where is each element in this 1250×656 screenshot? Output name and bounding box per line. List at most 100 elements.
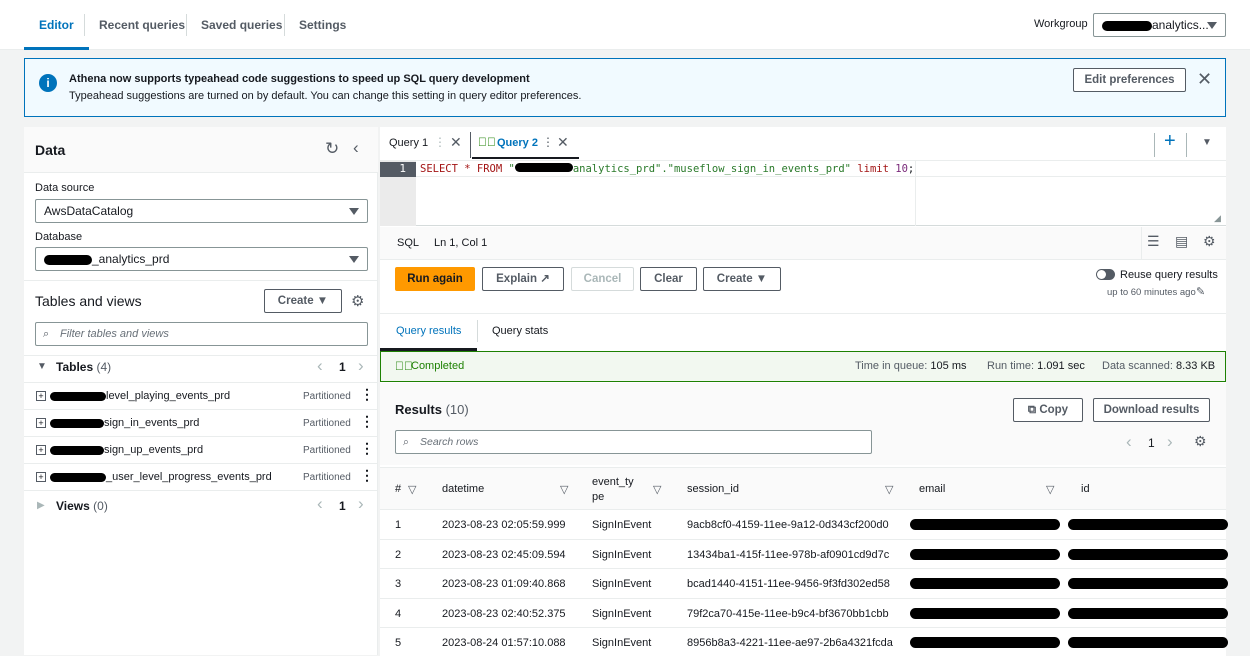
page-number[interactable]: 1 <box>339 499 346 513</box>
caret-collapsed-icon[interactable]: ▶ <box>37 500 45 511</box>
table-cell: 13434ba1-415f-11ee-978b-af0901cd9d7c <box>687 548 890 561</box>
column-header[interactable]: session_id <box>687 483 739 495</box>
cursor-position: Ln 1, Col 1 <box>434 237 488 249</box>
search-icon: ⌕ <box>403 436 409 448</box>
next-page-icon[interactable]: › <box>1167 432 1173 452</box>
create-button[interactable]: Create ▼ <box>264 289 342 313</box>
views-section[interactable]: ▶ Views (0) ‹ 1 › <box>24 490 378 520</box>
table-cell: 4 <box>395 607 402 620</box>
tab-menu-icon[interactable]: ⋮ <box>434 135 446 149</box>
table-cell: 2023-08-23 02:40:52.375 <box>442 607 566 620</box>
tabs-dropdown-icon[interactable]: ▼ <box>1202 137 1212 148</box>
column-header[interactable]: id <box>1081 483 1090 495</box>
tab-query-results[interactable]: Query results <box>396 325 461 337</box>
close-tab-icon[interactable]: ✕ <box>450 134 462 151</box>
column-header[interactable]: datetime <box>442 483 484 495</box>
tab-settings[interactable]: Settings <box>299 0 346 50</box>
prev-page-icon[interactable]: ‹ <box>317 356 323 376</box>
more-options-icon[interactable]: ⋮ <box>360 386 374 403</box>
data-source-select[interactable]: AwsDataCatalog <box>35 199 368 223</box>
workgroup-select[interactable]: analytics... <box>1093 13 1226 37</box>
redacted-value <box>1068 578 1228 589</box>
tables-section[interactable]: Tables (4) <box>56 360 111 374</box>
editor-settings-icon[interactable]: ⚙ <box>1203 233 1216 250</box>
edit-preferences-button[interactable]: Edit preferences <box>1073 68 1186 92</box>
column-header[interactable]: email <box>919 483 945 495</box>
table-row[interactable]: + _user_level_progress_events_prd Partitio… <box>24 463 378 490</box>
language-label: SQL <box>397 237 420 249</box>
more-options-icon[interactable]: ⋮ <box>360 413 374 430</box>
sort-icon[interactable]: ▽ <box>560 483 568 496</box>
filter-tables-input[interactable]: ⌕ Filter tables and views <box>35 322 368 346</box>
more-options-icon[interactable]: ⋮ <box>360 467 374 484</box>
more-options-icon[interactable]: ⋮ <box>360 440 374 457</box>
results-page[interactable]: 1 <box>1148 436 1155 450</box>
table-row[interactable]: + level_playing_events_prd Partitioned ⋮ <box>24 382 378 409</box>
shortcuts-icon[interactable]: ▤ <box>1175 233 1188 250</box>
reuse-results-toggle[interactable] <box>1096 269 1115 280</box>
create-query-button[interactable]: Create ▼ <box>703 267 781 291</box>
refresh-icon[interactable]: ↻ <box>325 139 339 159</box>
column-header[interactable]: # <box>395 483 401 495</box>
sql-editor[interactable]: 1 SELECT * FROM " analytics_prd"."museflo… <box>380 160 1226 226</box>
next-page-icon[interactable]: › <box>358 356 364 376</box>
table-row[interactable]: + sign_in_events_prd Partitioned ⋮ <box>24 409 378 436</box>
table-row[interactable]: 2 2023-08-23 02:45:09.594 SignInEvent 13434… <box>380 538 1228 568</box>
table-row[interactable]: 5 2023-08-24 01:57:10.088 SignInEvent 8956b… <box>380 627 1228 656</box>
success-icon: ✓⃝ <box>478 135 496 149</box>
expand-icon[interactable]: + <box>36 391 46 401</box>
tab-menu-icon[interactable]: ⋮ <box>542 135 554 149</box>
tab-query-stats[interactable]: Query stats <box>492 325 548 337</box>
workgroup-label: Workgroup <box>1034 18 1088 30</box>
next-page-icon[interactable]: › <box>358 494 364 514</box>
clear-button[interactable]: Clear <box>640 267 697 291</box>
caret-expanded-icon[interactable]: ▼ <box>37 361 47 372</box>
redacted-value <box>1068 519 1228 530</box>
add-query-icon[interactable]: + <box>1164 130 1176 153</box>
reuse-results-sub: up to 60 minutes ago <box>1107 287 1196 298</box>
tab-editor[interactable]: Editor <box>24 0 89 50</box>
table-cell: SignInEvent <box>592 519 652 531</box>
run-again-button[interactable]: Run again <box>395 267 475 291</box>
database-select[interactable]: _analytics_prd <box>35 247 368 271</box>
table-row[interactable]: 1 2023-08-23 02:05:59.999 SignInEvent 9acb8… <box>380 509 1228 538</box>
expand-icon[interactable]: + <box>36 445 46 455</box>
sort-icon[interactable]: ▽ <box>885 483 893 496</box>
tab-recent-queries[interactable]: Recent queries <box>99 0 185 50</box>
tab-saved-queries[interactable]: Saved queries <box>201 0 282 50</box>
settings-gear-icon[interactable]: ⚙ <box>351 292 364 310</box>
search-rows-input[interactable]: ⌕ Search rows <box>395 430 872 454</box>
tab-query-1[interactable]: Query 1 <box>389 137 428 149</box>
reuse-results-label: Reuse query results <box>1120 269 1218 281</box>
cancel-button[interactable]: Cancel <box>571 267 634 291</box>
expand-icon[interactable]: + <box>36 472 46 482</box>
download-results-button[interactable]: Download results <box>1093 398 1210 422</box>
table-cell: 5 <box>395 637 402 649</box>
resize-handle-icon[interactable]: ◢ <box>1214 213 1221 224</box>
format-query-icon[interactable]: ☰ <box>1147 233 1160 250</box>
page-number[interactable]: 1 <box>339 360 346 374</box>
prev-page-icon[interactable]: ‹ <box>317 494 323 514</box>
close-icon[interactable]: ✕ <box>1197 69 1212 90</box>
collapse-icon[interactable]: ‹ <box>353 138 359 158</box>
tab-query-2[interactable]: Query 2 <box>497 137 538 149</box>
copy-icon: ⧉ <box>1027 404 1037 416</box>
table-row[interactable]: 3 2023-08-23 01:09:40.868 SignInEvent bcad1… <box>380 568 1228 597</box>
table-cell: 2 <box>395 548 402 561</box>
sort-icon[interactable]: ▽ <box>653 483 661 496</box>
table-settings-icon[interactable]: ⚙ <box>1194 433 1207 450</box>
expand-icon[interactable]: + <box>36 418 46 428</box>
table-row[interactable]: 4 2023-08-23 02:40:52.375 SignInEvent 79f2c… <box>380 597 1228 627</box>
redacted-value <box>1068 548 1228 560</box>
sort-icon[interactable]: ▽ <box>408 483 416 496</box>
explain-button[interactable]: Explain ↗ <box>482 267 564 291</box>
table-cell: 2023-08-23 01:09:40.868 <box>442 578 566 590</box>
banner-body: Typeahead suggestions are turned on by d… <box>69 90 582 102</box>
table-row[interactable]: + sign_up_events_prd Partitioned ⋮ <box>24 436 378 463</box>
prev-page-icon[interactable]: ‹ <box>1126 432 1132 452</box>
close-tab-icon[interactable]: ✕ <box>557 134 569 151</box>
sort-icon[interactable]: ▽ <box>1046 483 1054 496</box>
copy-button[interactable]: ⧉ Copy <box>1013 398 1083 422</box>
edit-icon[interactable]: ✎ <box>1196 285 1205 298</box>
column-header[interactable]: event_type <box>592 475 636 505</box>
